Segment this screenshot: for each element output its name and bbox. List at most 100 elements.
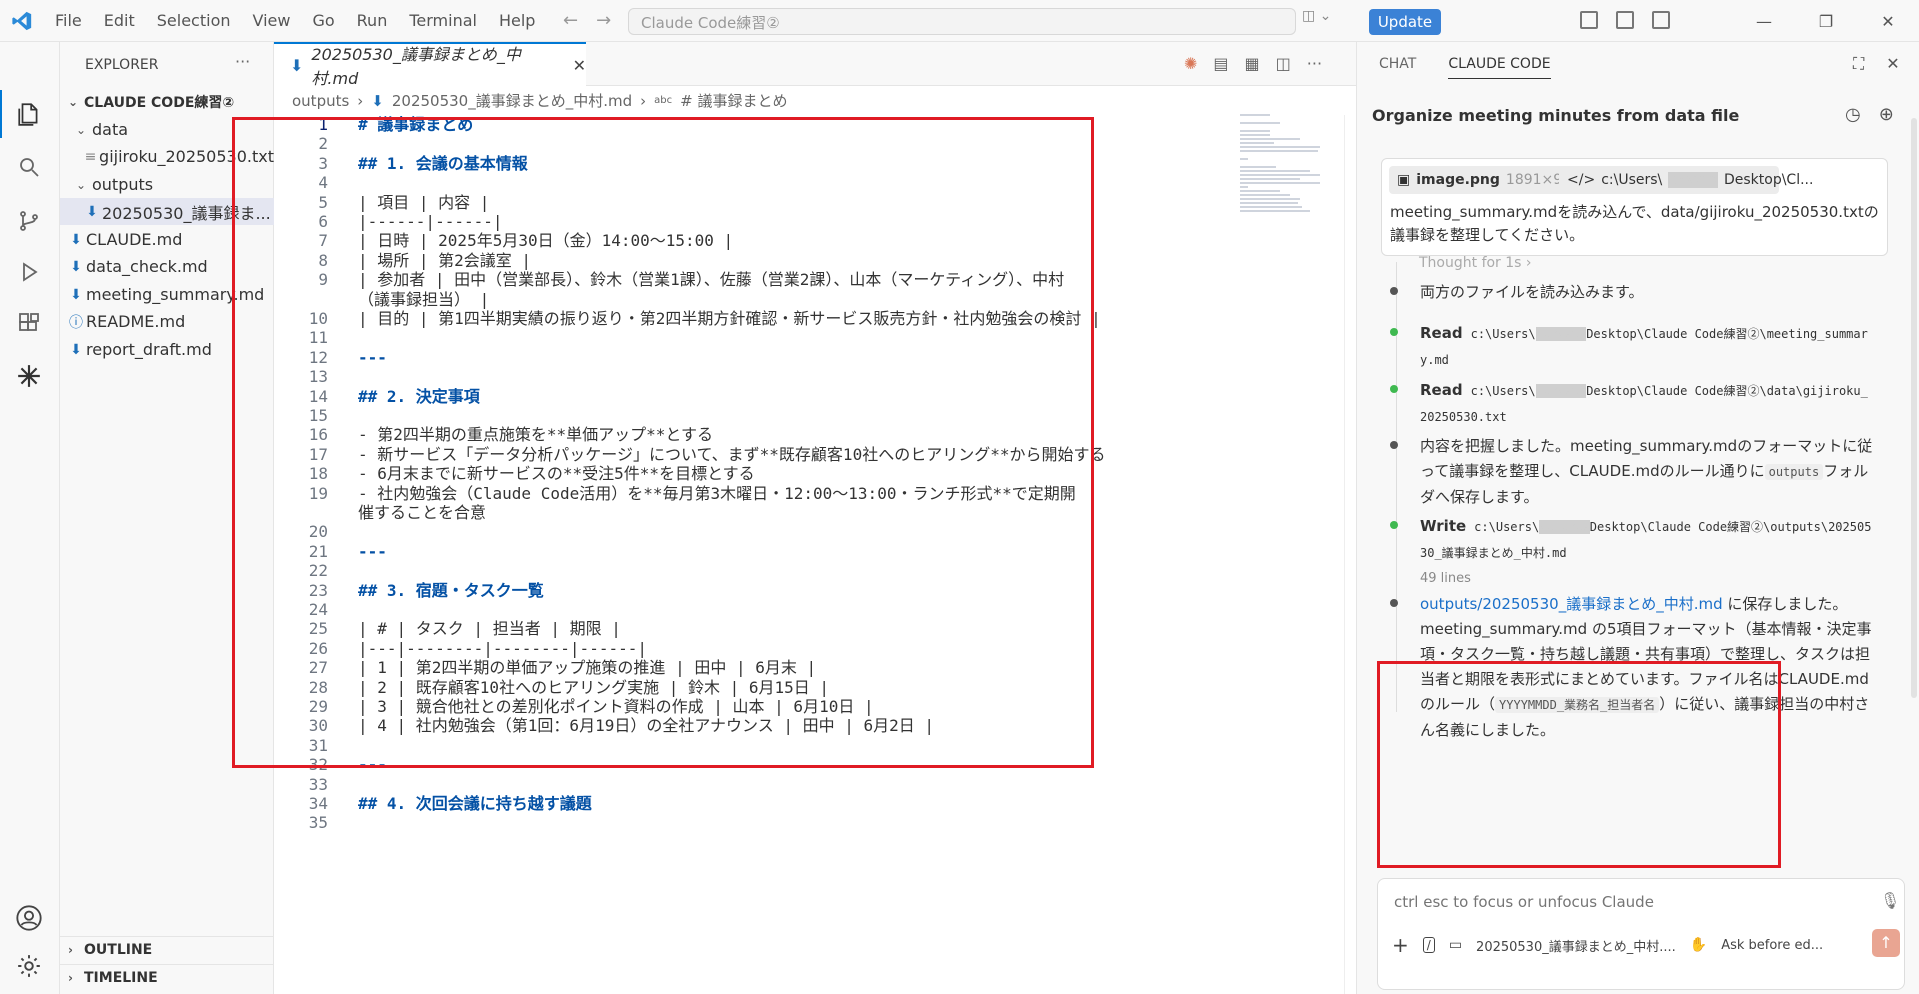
add-attachment-icon[interactable]: +: [1392, 933, 1409, 957]
menu-go[interactable]: Go: [301, 11, 345, 30]
maximize-icon[interactable]: ⛶: [1853, 54, 1864, 74]
panel-scrollbar[interactable]: [1911, 118, 1917, 698]
explorer-icon[interactable]: [13, 98, 45, 130]
menu-selection[interactable]: Selection: [146, 11, 242, 30]
line-number: 33: [308, 774, 328, 794]
restore-icon[interactable]: ❐: [1795, 0, 1857, 42]
title-bar: File Edit Selection View Go Run Terminal…: [0, 0, 1919, 42]
active-indicator: [0, 90, 2, 138]
code-icon: </>: [1567, 172, 1596, 188]
search-icon[interactable]: [13, 151, 45, 183]
toggle-primary-sidebar-icon[interactable]: [1580, 11, 1598, 29]
chat-input[interactable]: [1394, 893, 1844, 911]
close-tab-icon[interactable]: ✕: [573, 56, 586, 75]
source-control-icon[interactable]: [13, 205, 45, 237]
breadcrumb-file[interactable]: 20250530_議事録まとめ_中村.md: [392, 90, 632, 111]
extensions-icon[interactable]: [13, 308, 45, 340]
minimize-icon[interactable]: —: [1733, 0, 1795, 42]
minimap[interactable]: [1240, 114, 1320, 214]
open-preview-icon[interactable]: ▤: [1213, 54, 1228, 73]
vscode-logo-icon: [0, 0, 44, 42]
update-button[interactable]: Update: [1369, 9, 1441, 35]
close-panel-icon[interactable]: ✕: [1886, 54, 1899, 74]
image-icon: ▣: [1397, 172, 1411, 188]
input-toolbar: + / ▭ 20250530_議事録まとめ_中村.... ✋ Ask befor…: [1392, 933, 1823, 957]
menu-edit[interactable]: Edit: [93, 11, 146, 30]
more-actions-icon[interactable]: ···: [1307, 54, 1322, 73]
markdown-file-icon: ⬇: [70, 341, 82, 358]
send-button[interactable]: ↑: [1872, 929, 1900, 957]
claude-icon[interactable]: [13, 360, 45, 392]
step-text: 両方のファイルを読み込みます。: [1420, 283, 1644, 301]
back-arrow-icon[interactable]: ←: [563, 10, 578, 31]
menu-run[interactable]: Run: [346, 11, 399, 30]
output-file-link[interactable]: outputs/20250530_議事録まとめ_中村.md: [1420, 595, 1723, 613]
read-path-prefix[interactable]: c:\Users\: [1471, 327, 1536, 341]
write-path-prefix[interactable]: c:\Users\: [1474, 520, 1539, 534]
tree-item-label: CLAUDE.md: [86, 230, 183, 249]
prompt-text: meeting_summary.mdを読み込んで、data/gijiroku_2…: [1390, 203, 1879, 244]
preview-side-icon[interactable]: ▦: [1245, 54, 1260, 73]
timeline-section[interactable]: › TIMELINE: [60, 964, 274, 991]
inline-code: outputs: [1764, 464, 1824, 480]
editor-scrollbar[interactable]: [1344, 115, 1356, 994]
current-file-chip[interactable]: 20250530_議事録まとめ_中村....: [1476, 936, 1676, 955]
workspace-root[interactable]: ⌄ CLAUDE CODE練習②: [60, 88, 274, 115]
more-actions-icon[interactable]: ···: [235, 52, 250, 71]
thought-indicator[interactable]: Thought for 1s ›: [1419, 255, 1532, 271]
text-file-icon: ≡: [84, 148, 97, 165]
new-chat-icon[interactable]: ⊕: [1879, 104, 1894, 125]
menu-terminal[interactable]: Terminal: [398, 11, 488, 30]
thought-label: Thought for 1s: [1419, 255, 1522, 271]
step-dot: [1390, 441, 1398, 449]
claude-spark-icon[interactable]: ✺: [1184, 54, 1197, 73]
line-number: 35: [308, 813, 328, 833]
breadcrumb-separator-icon: ›: [357, 91, 364, 110]
timeline-label: TIMELINE: [84, 970, 158, 986]
slash-command-icon[interactable]: /: [1422, 937, 1435, 953]
breadcrumb-separator-icon: ›: [640, 91, 647, 110]
menu-view[interactable]: View: [242, 11, 302, 30]
forward-arrow-icon[interactable]: →: [596, 10, 611, 31]
tab-claude-code[interactable]: CLAUDE CODE: [1448, 56, 1551, 79]
nav-arrows: ← →: [563, 10, 611, 31]
path-attachment-chip[interactable]: </> c:\Users\ xxxxxx Desktop\Cl...: [1559, 166, 1813, 194]
permission-mode-chip[interactable]: Ask before ed...: [1721, 938, 1823, 953]
tree-item-label: README.md: [86, 312, 186, 331]
tab-chat[interactable]: CHAT: [1379, 56, 1416, 79]
run-debug-icon[interactable]: [13, 256, 45, 288]
chevron-down-icon: ⌄: [68, 94, 79, 109]
redacted-text: xxxxxx: [1668, 172, 1718, 188]
toggle-secondary-sidebar-icon[interactable]: [1652, 11, 1670, 29]
account-icon[interactable]: [13, 902, 45, 934]
toggle-panel-icon[interactable]: [1616, 11, 1634, 29]
menu-help[interactable]: Help: [488, 11, 546, 30]
redacted-text: xxxxxxx: [1535, 384, 1587, 398]
explorer-title: EXPLORER: [85, 57, 159, 73]
read-step-body: Read c:\Users\xxxxxxxDesktop\Claude Code練…: [1420, 378, 1875, 430]
file-chip-icon: ▭: [1448, 937, 1463, 953]
read-path-prefix[interactable]: c:\Users\: [1471, 384, 1536, 398]
editor-tab-active[interactable]: ⬇ 20250530_議事録まとめ_中村.md ✕: [274, 42, 586, 88]
breadcrumb-folder[interactable]: outputs: [292, 92, 349, 110]
split-editor-icon[interactable]: ◫: [1276, 54, 1291, 73]
microphone-icon[interactable]: 🎙: [1880, 891, 1900, 910]
final-text-a: に保存しました。: [1727, 595, 1848, 613]
command-center-search[interactable]: Claude Code練習②: [628, 8, 1296, 35]
window-controls: — ❐ ✕: [1733, 0, 1919, 42]
settings-gear-icon[interactable]: [13, 950, 45, 982]
step-dot: [1390, 287, 1398, 295]
outline-section[interactable]: › OUTLINE: [60, 936, 274, 963]
close-window-icon[interactable]: ✕: [1857, 0, 1919, 42]
read-label: Read: [1420, 381, 1463, 399]
copilot-icon[interactable]: ◫ ⌄: [1302, 8, 1331, 24]
breadcrumb-symbol[interactable]: # 議事録まとめ: [680, 90, 787, 111]
history-icon[interactable]: ◷: [1845, 104, 1861, 125]
chevron-down-icon: ⌄: [76, 122, 87, 137]
menu-file[interactable]: File: [44, 11, 93, 30]
redacted-text: xxxxxxx: [1539, 520, 1590, 534]
markdown-file-icon: ⬇: [70, 286, 82, 303]
step-dot: [1390, 599, 1398, 607]
highlight-box-panel: [1377, 661, 1781, 868]
editor-area: ⬇ 20250530_議事録まとめ_中村.md ✕ ✺ ▤ ▦ ◫ ··· ou…: [232, 42, 1356, 994]
